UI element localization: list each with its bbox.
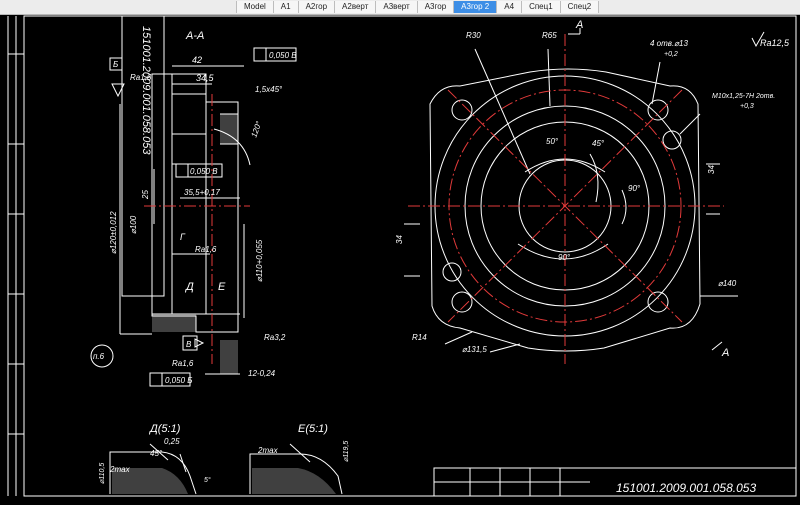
stamp-rotated: 151001.2009.001.058.053 bbox=[140, 26, 152, 155]
holes-4-tolerance: +0,2 bbox=[664, 51, 678, 58]
technical-drawing: 151001.2009.001.058.053 151001.2009.001.… bbox=[7, 15, 797, 497]
datum-v: В bbox=[186, 340, 192, 349]
thread-note: М10х1,25-7Н 2отв. bbox=[712, 93, 775, 100]
r30: R30 bbox=[466, 31, 481, 40]
roughness-32: Ra3,2 bbox=[264, 333, 286, 342]
dia-110: ⌀110+0,055 bbox=[255, 239, 264, 282]
detail-angle-45: 45° bbox=[150, 449, 163, 458]
roughness-2: Ra1,6 bbox=[195, 245, 217, 254]
angle-50: 50° bbox=[546, 137, 559, 146]
dia-120: ⌀120±0,012 bbox=[109, 211, 118, 254]
angle-120: 120° bbox=[249, 119, 263, 138]
layout-tab-3[interactable]: A2верт bbox=[335, 1, 377, 13]
r65: R65 bbox=[542, 31, 557, 40]
layout-tab-8[interactable]: Спец1 bbox=[522, 1, 561, 13]
view-label-a-bottom: А bbox=[721, 347, 729, 359]
tolerance-bottom: 0,050 Б bbox=[165, 376, 192, 385]
layout-tab-1[interactable]: A1 bbox=[273, 1, 299, 13]
angle-45: 45° bbox=[592, 139, 605, 148]
drawing-number: 151001.2009.001.058.053 bbox=[616, 481, 756, 495]
label-d: Д bbox=[184, 281, 194, 293]
layout-tab-5[interactable]: A3гор bbox=[417, 1, 455, 13]
detail-e-title: Е(5:1) bbox=[298, 423, 328, 435]
thread-tolerance: +0,3 bbox=[740, 103, 754, 110]
dia-100: ⌀100 bbox=[129, 215, 138, 234]
r14: R14 bbox=[412, 333, 427, 342]
detail-hatching bbox=[112, 468, 336, 494]
detail-dia-119-5: ⌀119,5 bbox=[343, 441, 350, 462]
detail-dim-025: 0,25 bbox=[164, 437, 180, 446]
dia-131-5: ⌀131,5 bbox=[462, 345, 487, 354]
layout-tabs: Model A1 A2гор A2верт A3верт A3гор A3гор 2 A4 Сп… bbox=[236, 1, 600, 13]
drawing-canvas[interactable]: 151001.2009.001.058.053 151001.2009.001.… bbox=[0, 14, 800, 500]
layout-tab-4[interactable]: A3верт bbox=[376, 1, 418, 13]
general-roughness: Ra12,5 bbox=[760, 38, 790, 48]
layout-tab-9[interactable]: Спец2 bbox=[560, 1, 600, 13]
datum-b: Б bbox=[113, 60, 118, 69]
layout-tab-bar: Model A1 A2гор A2верт A3верт A3гор A3гор 2 A4 Сп… bbox=[0, 0, 800, 15]
detail-2max-a: 2max bbox=[109, 465, 131, 474]
roughness-1: Ra1,6 bbox=[130, 73, 152, 82]
layout-tab-7[interactable]: A4 bbox=[497, 1, 523, 13]
layout-tab-2[interactable]: A2гор bbox=[298, 1, 336, 13]
angle-90-a: 90° bbox=[628, 184, 641, 193]
detail-d-title: Д(5:1) bbox=[148, 423, 181, 435]
angle-90-b: 90° bbox=[558, 253, 571, 262]
chamfer: 1,5x45° bbox=[255, 85, 283, 94]
dim-12: 12-0,24 bbox=[248, 369, 276, 378]
sheet-frame bbox=[7, 15, 797, 497]
dim-34-a: 34 bbox=[707, 165, 716, 174]
roughness-3: Ra1,6 bbox=[172, 359, 194, 368]
label-e: Е bbox=[218, 281, 226, 293]
dia-140: ⌀140 bbox=[718, 279, 737, 288]
note-p6: п.6 bbox=[93, 352, 105, 361]
dim-35-5: 35,5+0,17 bbox=[184, 188, 220, 197]
view-label-a-top: А bbox=[575, 19, 583, 31]
label-g: Г bbox=[180, 232, 186, 242]
dim-34-5: 34,5 bbox=[196, 73, 215, 83]
layout-tab-6[interactable]: A3гор 2 bbox=[454, 1, 498, 13]
section-label-aa: А-А bbox=[185, 30, 204, 42]
dim-34-b: 34 bbox=[395, 235, 404, 244]
detail-dia-110-5: ⌀110,5 bbox=[99, 463, 106, 484]
detail-angle-5: 5° bbox=[204, 476, 211, 484]
detail-2max-b: 2max bbox=[257, 446, 279, 455]
dim-42: 42 bbox=[192, 55, 202, 65]
layout-tab-0[interactable]: Model bbox=[236, 1, 274, 13]
center-lines bbox=[408, 34, 724, 364]
tolerance-mid: 0,050 В bbox=[190, 167, 218, 176]
hatching bbox=[152, 114, 238, 374]
dim-25: 25 bbox=[141, 190, 150, 200]
tolerance-top: 0,050 В bbox=[269, 51, 297, 60]
holes-4: 4 отв.⌀13 bbox=[650, 39, 688, 48]
